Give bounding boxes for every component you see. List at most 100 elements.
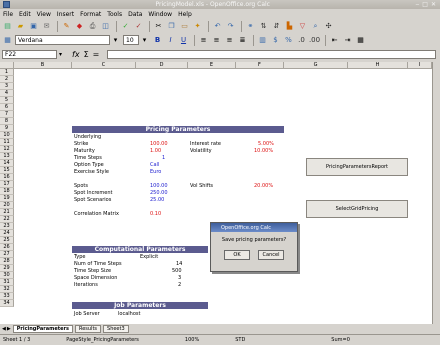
open-icon[interactable]: ▰ [15, 21, 26, 32]
close-icon[interactable]: ✕ [431, 1, 436, 8]
hyperlink-icon[interactable]: ⚭ [245, 21, 256, 32]
pricing-value[interactable]: 100.00 [150, 141, 168, 147]
pricing-value[interactable]: Euro [150, 169, 161, 175]
row-header[interactable]: 30 [0, 272, 14, 279]
menu-help[interactable]: Help [178, 11, 192, 18]
row-header[interactable]: 33 [0, 293, 14, 300]
correlation-value[interactable]: 0.10 [150, 211, 161, 217]
percent-icon[interactable]: % [283, 35, 294, 46]
maximize-icon[interactable]: □ [422, 1, 428, 8]
tab-results[interactable]: Results [74, 324, 102, 333]
row-header[interactable]: 23 [0, 223, 14, 230]
pricing-value[interactable]: 5.00% [258, 141, 274, 147]
select-all-corner[interactable] [0, 62, 14, 69]
tab-first-icon[interactable]: ◀ [2, 326, 6, 332]
print-icon[interactable]: ⎙ [87, 21, 98, 32]
tab-sheet3[interactable]: Sheet3 [103, 324, 129, 333]
column-header-c[interactable]: C [72, 62, 136, 69]
undo-icon[interactable]: ↶ [212, 21, 223, 32]
tab-pricing-parameters[interactable]: PricingParameters [12, 324, 73, 333]
copy-icon[interactable]: ❐ [166, 21, 177, 32]
sort-descending-icon[interactable]: ⇵ [271, 21, 282, 32]
row-header[interactable]: 18 [0, 188, 14, 195]
borders-icon[interactable]: ▦ [355, 35, 366, 46]
cut-icon[interactable]: ✂ [153, 21, 164, 32]
spot-value[interactable]: 100.00 [150, 183, 168, 189]
align-left-icon[interactable]: ≡ [198, 35, 209, 46]
row-header[interactable]: 32 [0, 286, 14, 293]
row-header[interactable]: 31 [0, 279, 14, 286]
spot-value[interactable]: 25.00 [150, 197, 164, 203]
row-header[interactable]: 6 [0, 104, 14, 111]
menu-tools[interactable]: Tools [107, 11, 122, 18]
pricing-value[interactable]: 1 [162, 155, 165, 161]
delete-decimal-icon[interactable]: .00 [309, 35, 320, 46]
spot-value[interactable]: 250.00 [150, 190, 168, 196]
dialog-cancel-button[interactable]: Cancel [258, 250, 284, 260]
row-header[interactable]: 4 [0, 90, 14, 97]
spot-value[interactable]: 20.00% [254, 183, 273, 189]
row-header[interactable]: 15 [0, 167, 14, 174]
row-header[interactable]: 28 [0, 258, 14, 265]
column-header-g[interactable]: G [284, 62, 348, 69]
sort-ascending-icon[interactable]: ⇅ [258, 21, 269, 32]
row-header[interactable]: 20 [0, 202, 14, 209]
row-header[interactable]: 2 [0, 76, 14, 83]
currency-icon[interactable]: $ [270, 35, 281, 46]
navigator-icon[interactable]: ✣ [323, 21, 334, 32]
row-header[interactable]: 8 [0, 118, 14, 125]
column-header-b[interactable]: B [14, 62, 72, 69]
column-header-d[interactable]: D [136, 62, 188, 69]
row-header[interactable]: 21 [0, 209, 14, 216]
column-header-e[interactable]: E [188, 62, 236, 69]
row-header[interactable]: 7 [0, 111, 14, 118]
increase-indent-icon[interactable]: ⇥ [342, 35, 353, 46]
add-decimal-icon[interactable]: .0 [296, 35, 307, 46]
column-header-i[interactable]: I [408, 62, 432, 69]
menu-data[interactable]: Data [128, 11, 142, 18]
row-header[interactable]: 34 [0, 300, 14, 307]
pricing-value[interactable]: 1.00 [150, 148, 161, 154]
pricing-value[interactable]: 10.00% [254, 148, 273, 154]
row-header[interactable]: 27 [0, 251, 14, 258]
decrease-indent-icon[interactable]: ⇤ [329, 35, 340, 46]
row-header[interactable]: 22 [0, 216, 14, 223]
size-dropdown-icon[interactable]: ▾ [139, 35, 150, 46]
justify-icon[interactable]: ≣ [237, 35, 248, 46]
email-icon[interactable]: ✉ [41, 21, 52, 32]
pricing-value[interactable]: Call [150, 162, 159, 168]
bold-icon[interactable]: B [152, 35, 163, 46]
sum-icon[interactable]: Σ [84, 50, 89, 59]
name-box[interactable]: F22 [2, 50, 57, 59]
find-replace-icon[interactable]: ⌕ [310, 21, 321, 32]
formula-icon[interactable]: = [93, 50, 100, 59]
draw-functions-icon[interactable]: ▽ [297, 21, 308, 32]
status-zoom[interactable]: 100% [185, 337, 199, 343]
menu-view[interactable]: View [37, 11, 51, 18]
chart-icon[interactable]: ▙ [284, 21, 295, 32]
minimize-icon[interactable]: ‒ [415, 1, 419, 8]
align-right-icon[interactable]: ≡ [224, 35, 235, 46]
namebox-dropdown-icon[interactable]: ▾ [59, 51, 62, 58]
comp-value[interactable]: Explicit [140, 254, 158, 260]
row-header[interactable]: 10 [0, 132, 14, 139]
function-wizard-icon[interactable]: fx [72, 50, 80, 59]
row-header[interactable]: 24 [0, 230, 14, 237]
italic-icon[interactable]: I [165, 35, 176, 46]
comp-value[interactable]: 2 [178, 282, 181, 288]
vertical-scrollbar[interactable] [432, 62, 440, 324]
row-header[interactable]: 19 [0, 195, 14, 202]
column-header-h[interactable]: H [348, 62, 408, 69]
tab-last-icon[interactable]: ▶ [7, 326, 11, 332]
pricing-parameters-report-button[interactable]: PricingParametersReport [306, 158, 408, 176]
row-header[interactable]: 5 [0, 97, 14, 104]
row-header[interactable]: 9 [0, 125, 14, 132]
new-icon[interactable]: ▤ [2, 21, 13, 32]
row-header[interactable]: 14 [0, 160, 14, 167]
edit-file-icon[interactable]: ✎ [61, 21, 72, 32]
font-dropdown-icon[interactable]: ▾ [110, 35, 121, 46]
merge-cells-icon[interactable]: ▥ [257, 35, 268, 46]
row-header[interactable]: 11 [0, 139, 14, 146]
dialog-ok-button[interactable]: OK [224, 250, 250, 260]
comp-value[interactable]: 14 [176, 261, 182, 267]
